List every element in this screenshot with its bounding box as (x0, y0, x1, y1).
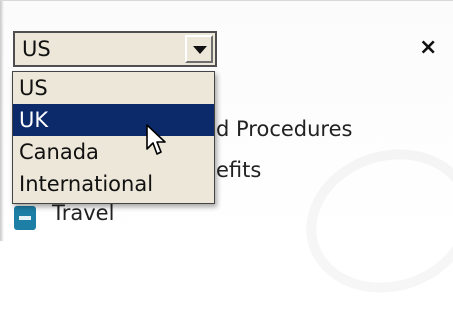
country-dropdown-list: US UK Canada International (12, 71, 215, 204)
watermark-stamp (288, 128, 453, 314)
mouse-cursor-icon (146, 124, 166, 155)
option-uk[interactable]: UK (13, 104, 214, 136)
option-canada[interactable]: Canada (13, 136, 214, 168)
minus-square-icon[interactable] (14, 206, 36, 230)
dropdown-button[interactable] (185, 35, 213, 63)
panel-shadow (0, 1, 4, 241)
menu-item-benefits[interactable]: efits (216, 158, 261, 182)
dialog-panel: × d Procedures efits Travel US US UK Can… (0, 0, 453, 241)
option-international[interactable]: International (13, 168, 214, 200)
country-select[interactable]: US (13, 31, 217, 67)
close-button[interactable]: × (419, 37, 437, 59)
menu-item-travel[interactable]: Travel (52, 201, 114, 225)
chevron-down-icon (193, 46, 207, 54)
menu-item-procedures[interactable]: d Procedures (216, 117, 352, 141)
select-value: US (22, 37, 51, 61)
option-us[interactable]: US (13, 72, 214, 104)
